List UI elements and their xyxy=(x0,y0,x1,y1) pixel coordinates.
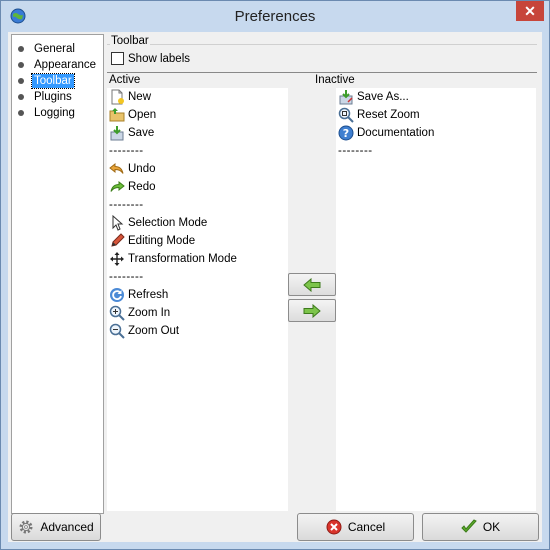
item-label: Redo xyxy=(128,181,156,193)
active-header: Active xyxy=(109,74,141,86)
save-as-icon xyxy=(339,90,353,105)
item-label: Reset Zoom xyxy=(357,109,420,121)
bullet-icon xyxy=(18,45,24,52)
button-label: OK xyxy=(482,520,501,534)
nav-item-label: General xyxy=(34,42,75,55)
ok-button[interactable]: OK xyxy=(422,513,539,541)
nav-item-label: Logging xyxy=(34,106,75,119)
list-item-zoom-out[interactable]: Zoom Out xyxy=(107,322,288,340)
pencil-icon xyxy=(111,233,125,247)
new-document-icon xyxy=(111,89,124,105)
item-label: Zoom In xyxy=(128,307,171,319)
cancel-icon xyxy=(326,519,342,535)
item-label: Selection Mode xyxy=(128,217,208,229)
cursor-icon xyxy=(112,215,124,231)
list-item-transformation-mode[interactable]: Transformation Mode xyxy=(107,250,288,268)
group-title: Toolbar xyxy=(110,35,150,47)
svg-text:?: ? xyxy=(343,127,349,140)
close-button[interactable]: ✕ xyxy=(516,1,544,21)
nav-item-logging[interactable]: Logging xyxy=(18,105,77,120)
redo-icon xyxy=(110,180,125,192)
list-separator[interactable]: -------- xyxy=(107,196,288,214)
bullet-icon xyxy=(18,109,24,116)
arrow-left-icon xyxy=(303,277,321,292)
nav-item-appearance[interactable]: Appearance xyxy=(18,57,98,72)
save-icon xyxy=(110,126,124,141)
bullet-icon xyxy=(18,93,24,100)
active-list[interactable]: New Open Save -------- Undo Redo -------… xyxy=(107,88,288,511)
toolbar-settings-panel: Toolbar Show labels Active Inactive New … xyxy=(107,34,539,512)
help-icon: ? xyxy=(338,125,354,141)
item-label: Save As... xyxy=(357,91,409,103)
inactive-list[interactable]: Save As... Reset Zoom ? Documentation --… xyxy=(336,88,536,511)
bullet-icon xyxy=(18,61,24,68)
list-item-undo[interactable]: Undo xyxy=(107,160,288,178)
move-icon xyxy=(110,252,124,266)
nav-item-general[interactable]: General xyxy=(18,41,77,56)
show-labels-checkbox[interactable]: Show labels xyxy=(111,52,190,65)
list-item-documentation[interactable]: ? Documentation xyxy=(336,124,536,142)
item-label: Editing Mode xyxy=(128,235,196,247)
move-to-active-button[interactable] xyxy=(288,273,336,296)
arrow-right-icon xyxy=(303,303,321,318)
nav-item-plugins[interactable]: Plugins xyxy=(18,89,74,104)
button-label: Cancel xyxy=(347,520,386,534)
advanced-button[interactable]: Advanced xyxy=(11,513,101,541)
nav-item-label: Appearance xyxy=(34,58,97,71)
item-label: Transformation Mode xyxy=(128,253,237,265)
preferences-window: Preferences ✕ General Appearance Toolbar… xyxy=(0,0,550,550)
nav-item-label: Plugins xyxy=(34,90,72,103)
refresh-icon xyxy=(110,288,124,302)
item-label: Open xyxy=(128,109,157,121)
nav-item-toolbar[interactable]: Toolbar xyxy=(18,72,75,89)
checkbox-box[interactable] xyxy=(111,52,124,65)
gear-icon xyxy=(19,520,33,534)
inactive-header: Inactive xyxy=(315,74,355,86)
zoom-in-icon xyxy=(109,305,125,321)
list-item-save-as[interactable]: Save As... xyxy=(336,88,536,106)
list-separator[interactable]: -------- xyxy=(107,268,288,286)
group-divider xyxy=(107,44,537,45)
list-item-refresh[interactable]: Refresh xyxy=(107,286,288,304)
item-label: New xyxy=(128,91,152,103)
list-item-reset-zoom[interactable]: Reset Zoom xyxy=(336,106,536,124)
item-label: Zoom Out xyxy=(128,325,180,337)
checkbox-label: Show labels xyxy=(128,52,191,65)
toolbar-lists: Active Inactive New Open Save -------- U… xyxy=(107,72,537,513)
item-label: Documentation xyxy=(357,127,435,139)
zoom-out-icon xyxy=(109,323,125,339)
list-item-open[interactable]: Open xyxy=(107,106,288,124)
checkmark-icon xyxy=(461,519,477,533)
undo-icon xyxy=(109,162,124,174)
title-bar[interactable]: Preferences ✕ xyxy=(1,1,549,32)
window-title: Preferences xyxy=(234,8,316,25)
list-item-selection-mode[interactable]: Selection Mode xyxy=(107,214,288,232)
item-label: Save xyxy=(128,127,155,139)
list-item-editing-mode[interactable]: Editing Mode xyxy=(107,232,288,250)
bullet-icon xyxy=(18,77,24,84)
list-item-redo[interactable]: Redo xyxy=(107,178,288,196)
dialog-body: General Appearance Toolbar Plugins Loggi… xyxy=(8,32,542,542)
list-item-new[interactable]: New xyxy=(107,88,288,106)
item-label: Undo xyxy=(128,163,156,175)
item-label: Refresh xyxy=(128,289,169,301)
nav-item-label: Toolbar xyxy=(31,72,75,89)
cancel-button[interactable]: Cancel xyxy=(297,513,414,541)
button-label: Advanced xyxy=(40,520,94,534)
list-separator[interactable]: -------- xyxy=(336,142,536,160)
move-to-inactive-button[interactable] xyxy=(288,299,336,322)
open-folder-icon xyxy=(109,108,125,122)
category-list: General Appearance Toolbar Plugins Loggi… xyxy=(11,34,104,514)
list-separator[interactable]: -------- xyxy=(107,142,288,160)
list-item-save[interactable]: Save xyxy=(107,124,288,142)
list-item-zoom-in[interactable]: Zoom In xyxy=(107,304,288,322)
reset-zoom-icon xyxy=(338,107,354,123)
